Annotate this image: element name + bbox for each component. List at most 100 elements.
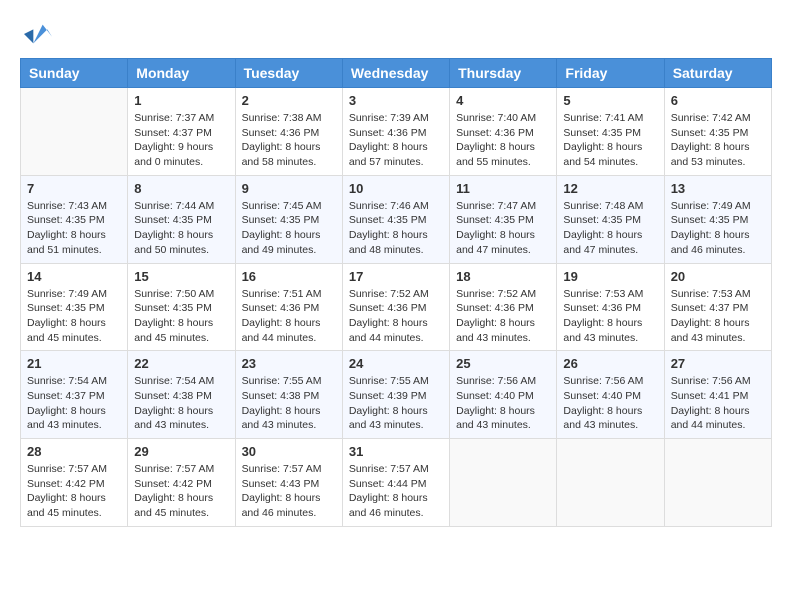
calendar-day-cell: 2Sunrise: 7:38 AMSunset: 4:36 PMDaylight… <box>235 88 342 176</box>
day-info: Sunrise: 7:51 AMSunset: 4:36 PMDaylight:… <box>242 287 336 346</box>
day-number: 31 <box>349 444 443 459</box>
day-number: 27 <box>671 356 765 371</box>
calendar-day-cell: 9 Sunrise: 7:45 AMSunset: 4:35 PMDaylight… <box>235 175 342 263</box>
day-number: 28 <box>27 444 121 459</box>
day-number: 30 <box>242 444 336 459</box>
weekday-header: Sunday <box>21 59 128 88</box>
calendar-day-cell: 24 Sunrise: 7:55 AMSunset: 4:39 PMDayligh… <box>342 351 449 439</box>
calendar-day-cell: 29 Sunrise: 7:57 AMSunset: 4:42 PMDayligh… <box>128 439 235 527</box>
day-number: 9 <box>242 181 336 196</box>
day-info: Sunrise: 7:38 AMSunset: 4:36 PMDaylight:… <box>242 111 336 170</box>
calendar-day-cell: 8 Sunrise: 7:44 AMSunset: 4:35 PMDaylight… <box>128 175 235 263</box>
day-info: Sunrise: 7:44 AMSunset: 4:35 PMDaylight:… <box>134 199 228 258</box>
day-number: 12 <box>563 181 657 196</box>
day-info: Sunrise: 7:55 AMSunset: 4:38 PMDaylight:… <box>242 374 336 433</box>
calendar-day-cell: 14Sunrise: 7:49 AMSunset: 4:35 PMDayligh… <box>21 263 128 351</box>
calendar-day-cell: 11 Sunrise: 7:47 AMSunset: 4:35 PMDayligh… <box>450 175 557 263</box>
day-info: Sunrise: 7:45 AMSunset: 4:35 PMDaylight:… <box>242 199 336 258</box>
day-info: Sunrise: 7:52 AMSunset: 4:36 PMDaylight:… <box>349 287 443 346</box>
day-info: Sunrise: 7:53 AMSunset: 4:37 PMDaylight:… <box>671 287 765 346</box>
weekday-header: Saturday <box>664 59 771 88</box>
day-number: 13 <box>671 181 765 196</box>
calendar-day-cell: 18 Sunrise: 7:52 AMSunset: 4:36 PMDayligh… <box>450 263 557 351</box>
day-info: Sunrise: 7:56 AMSunset: 4:40 PMDaylight:… <box>456 374 550 433</box>
day-number: 26 <box>563 356 657 371</box>
weekday-header: Monday <box>128 59 235 88</box>
weekday-header: Wednesday <box>342 59 449 88</box>
day-info: Sunrise: 7:53 AMSunset: 4:36 PMDaylight:… <box>563 287 657 346</box>
day-number: 23 <box>242 356 336 371</box>
day-info: Sunrise: 7:57 AMSunset: 4:44 PMDaylight:… <box>349 462 443 521</box>
day-info: Sunrise: 7:54 AMSunset: 4:37 PMDaylight:… <box>27 374 121 433</box>
day-info: Sunrise: 7:48 AMSunset: 4:35 PMDaylight:… <box>563 199 657 258</box>
day-number: 3 <box>349 93 443 108</box>
calendar-day-cell: 25 Sunrise: 7:56 AMSunset: 4:40 PMDayligh… <box>450 351 557 439</box>
day-info: Sunrise: 7:37 AMSunset: 4:37 PMDaylight:… <box>134 111 228 170</box>
calendar-day-cell: 21 Sunrise: 7:54 AMSunset: 4:37 PMDayligh… <box>21 351 128 439</box>
day-number: 18 <box>456 269 550 284</box>
calendar-day-cell: 30 Sunrise: 7:57 AMSunset: 4:43 PMDayligh… <box>235 439 342 527</box>
calendar-day-cell: 27Sunrise: 7:56 AMSunset: 4:41 PMDayligh… <box>664 351 771 439</box>
day-info: Sunrise: 7:56 AMSunset: 4:40 PMDaylight:… <box>563 374 657 433</box>
day-number: 17 <box>349 269 443 284</box>
calendar-day-cell: 15 Sunrise: 7:50 AMSunset: 4:35 PMDayligh… <box>128 263 235 351</box>
day-info: Sunrise: 7:54 AMSunset: 4:38 PMDaylight:… <box>134 374 228 433</box>
calendar-day-cell: 10 Sunrise: 7:46 AMSunset: 4:35 PMDayligh… <box>342 175 449 263</box>
calendar-day-cell: 26 Sunrise: 7:56 AMSunset: 4:40 PMDayligh… <box>557 351 664 439</box>
day-info: Sunrise: 7:57 AMSunset: 4:43 PMDaylight:… <box>242 462 336 521</box>
day-info: Sunrise: 7:57 AMSunset: 4:42 PMDaylight:… <box>27 462 121 521</box>
calendar-day-cell: 28 Sunrise: 7:57 AMSunset: 4:42 PMDayligh… <box>21 439 128 527</box>
day-number: 8 <box>134 181 228 196</box>
calendar-day-cell <box>450 439 557 527</box>
day-info: Sunrise: 7:50 AMSunset: 4:35 PMDaylight:… <box>134 287 228 346</box>
day-info: Sunrise: 7:57 AMSunset: 4:42 PMDaylight:… <box>134 462 228 521</box>
logo-icon <box>24 20 52 48</box>
calendar-day-cell: 13 Sunrise: 7:49 AMSunset: 4:35 PMDayligh… <box>664 175 771 263</box>
page-header <box>20 20 772 48</box>
calendar-day-cell <box>557 439 664 527</box>
day-number: 25 <box>456 356 550 371</box>
calendar-day-cell: 23 Sunrise: 7:55 AMSunset: 4:38 PMDayligh… <box>235 351 342 439</box>
calendar-day-cell: 1Sunrise: 7:37 AMSunset: 4:37 PMDaylight… <box>128 88 235 176</box>
calendar-day-cell: 19 Sunrise: 7:53 AMSunset: 4:36 PMDayligh… <box>557 263 664 351</box>
day-info: Sunrise: 7:39 AMSunset: 4:36 PMDaylight:… <box>349 111 443 170</box>
day-number: 29 <box>134 444 228 459</box>
day-number: 15 <box>134 269 228 284</box>
day-number: 19 <box>563 269 657 284</box>
day-number: 21 <box>27 356 121 371</box>
day-info: Sunrise: 7:46 AMSunset: 4:35 PMDaylight:… <box>349 199 443 258</box>
calendar-day-cell: 22 Sunrise: 7:54 AMSunset: 4:38 PMDayligh… <box>128 351 235 439</box>
day-info: Sunrise: 7:47 AMSunset: 4:35 PMDaylight:… <box>456 199 550 258</box>
day-number: 22 <box>134 356 228 371</box>
day-number: 10 <box>349 181 443 196</box>
calendar-day-cell: 7 Sunrise: 7:43 AMSunset: 4:35 PMDaylight… <box>21 175 128 263</box>
calendar-day-cell: 3 Sunrise: 7:39 AMSunset: 4:36 PMDaylight… <box>342 88 449 176</box>
day-number: 24 <box>349 356 443 371</box>
calendar-day-cell: 17 Sunrise: 7:52 AMSunset: 4:36 PMDayligh… <box>342 263 449 351</box>
day-info: Sunrise: 7:55 AMSunset: 4:39 PMDaylight:… <box>349 374 443 433</box>
calendar-week-row: 7 Sunrise: 7:43 AMSunset: 4:35 PMDaylight… <box>21 175 772 263</box>
day-info: Sunrise: 7:42 AMSunset: 4:35 PMDaylight:… <box>671 111 765 170</box>
day-info: Sunrise: 7:43 AMSunset: 4:35 PMDaylight:… <box>27 199 121 258</box>
day-info: Sunrise: 7:49 AMSunset: 4:35 PMDaylight:… <box>671 199 765 258</box>
day-number: 6 <box>671 93 765 108</box>
calendar-week-row: 14Sunrise: 7:49 AMSunset: 4:35 PMDayligh… <box>21 263 772 351</box>
weekday-header: Thursday <box>450 59 557 88</box>
day-number: 4 <box>456 93 550 108</box>
day-info: Sunrise: 7:40 AMSunset: 4:36 PMDaylight:… <box>456 111 550 170</box>
calendar-week-row: 1Sunrise: 7:37 AMSunset: 4:37 PMDaylight… <box>21 88 772 176</box>
day-number: 20 <box>671 269 765 284</box>
calendar-day-cell: 6 Sunrise: 7:42 AMSunset: 4:35 PMDaylight… <box>664 88 771 176</box>
calendar-day-cell <box>664 439 771 527</box>
day-info: Sunrise: 7:52 AMSunset: 4:36 PMDaylight:… <box>456 287 550 346</box>
day-number: 14 <box>27 269 121 284</box>
calendar-day-cell: 20 Sunrise: 7:53 AMSunset: 4:37 PMDayligh… <box>664 263 771 351</box>
calendar-day-cell: 5Sunrise: 7:41 AMSunset: 4:35 PMDaylight… <box>557 88 664 176</box>
weekday-header: Friday <box>557 59 664 88</box>
day-number: 11 <box>456 181 550 196</box>
day-info: Sunrise: 7:41 AMSunset: 4:35 PMDaylight:… <box>563 111 657 170</box>
calendar-week-row: 21 Sunrise: 7:54 AMSunset: 4:37 PMDayligh… <box>21 351 772 439</box>
logo <box>20 20 52 48</box>
calendar-day-cell: 31 Sunrise: 7:57 AMSunset: 4:44 PMDayligh… <box>342 439 449 527</box>
day-number: 7 <box>27 181 121 196</box>
